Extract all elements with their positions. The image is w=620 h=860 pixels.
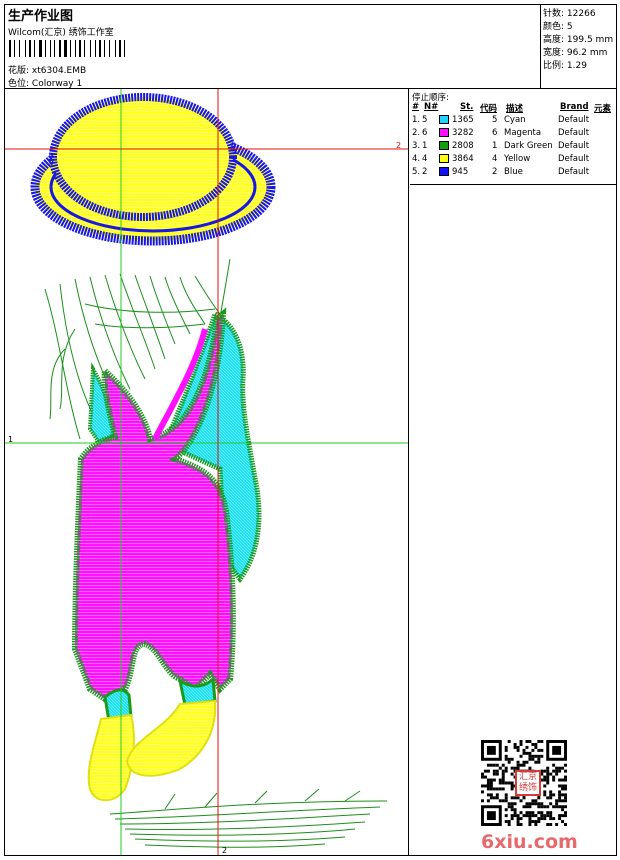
row-index: 3. [412, 141, 421, 151]
design-stats: 针数: 12266 颜色: 5 高度: 199.5 mm 宽度: 96.2 mm… [542, 5, 617, 88]
row-index: 1. [412, 115, 421, 125]
row-needle: 4 [422, 154, 428, 164]
table-row: 5. 2 945 2 Blue Default [410, 167, 616, 180]
row-brand: Default [558, 154, 590, 164]
watermark: 6xiu.com [481, 831, 578, 853]
header-info: 生产作业图 Wilcom(汇京) 绣饰工作室 花版: xt6304.EMB 色位… [5, 5, 541, 89]
row-needle: 1 [422, 141, 428, 151]
stat-height: 高度: 199.5 mm [543, 32, 613, 45]
row-index: 2. [412, 128, 421, 138]
overalls [71, 307, 236, 703]
table-row: 2. 6 3282 6 Magenta Default [410, 128, 616, 141]
seal-text-2: 绣饰 [518, 783, 537, 793]
row-desc: Yellow [504, 154, 531, 164]
stat-value: 12266 [566, 9, 596, 19]
production-sheet: 生产作业图 Wilcom(汇京) 绣饰工作室 花版: xt6304.EMB 色位… [4, 4, 617, 856]
row-needle: 2 [422, 167, 428, 177]
stat-width: 宽度: 96.2 mm [543, 45, 607, 58]
color-swatch [439, 154, 449, 163]
company-name: Wilcom(汇京) 绣饰工作室 [8, 28, 114, 38]
seal-icon: 汇京 绣饰 [515, 770, 541, 796]
grass [109, 788, 388, 848]
row-code: 1 [492, 141, 498, 151]
col-header-needle: N# [424, 102, 439, 112]
color-swatch [439, 115, 449, 124]
stop-sequence-table: 停止顺序: # N# St. 代码 描述 Brand 元素 1. 5 1365 5 Cy… [410, 89, 616, 185]
col-header-code: 代码 [480, 104, 498, 114]
sheet-title: 生产作业图 [8, 9, 74, 24]
design-preview: 1 2 2 [5, 89, 409, 855]
row-code: 4 [492, 154, 498, 164]
stat-label: 针数: [543, 9, 565, 19]
color-swatch [439, 128, 449, 137]
col-header-brand: Brand [560, 102, 589, 112]
row-code: 2 [492, 167, 498, 177]
design-label: 花版: [8, 66, 30, 76]
guide-label-2h: 2 [396, 141, 402, 150]
embroidery-artwork [5, 89, 408, 855]
col-header-index: # [412, 102, 420, 112]
stat-scale: 比例: 1.29 [543, 58, 587, 71]
guide-label-2v: 2 [222, 846, 228, 855]
row-desc: Blue [504, 167, 523, 177]
color-swatch [439, 141, 449, 150]
stat-label: 宽度: [543, 48, 565, 58]
table-row: 1. 5 1365 5 Cyan Default [410, 115, 616, 128]
stat-value: 96.2 mm [566, 48, 608, 58]
stat-stitches: 针数: 12266 [543, 6, 596, 19]
row-brand: Default [558, 141, 590, 151]
stat-value: 199.5 mm [566, 35, 614, 45]
stat-label: 比例: [543, 61, 565, 71]
row-needle: 6 [422, 128, 428, 138]
row-desc: Dark Green [504, 141, 553, 151]
color-swatch [439, 167, 449, 176]
row-stitches: 3282 [452, 128, 474, 138]
barcode-icon [9, 40, 133, 57]
stat-label: 高度: [543, 35, 565, 45]
row-brand: Default [558, 167, 590, 177]
stat-value: 5 [566, 22, 573, 32]
row-index: 5. [412, 167, 421, 177]
row-stitches: 945 [452, 167, 469, 177]
row-stitches: 1365 [452, 115, 474, 125]
col-header-desc: 描述 [506, 104, 524, 114]
col-header-stitches: St. [460, 102, 474, 112]
row-code: 5 [492, 115, 498, 125]
stat-label: 颜色: [543, 22, 565, 32]
hat-crown [49, 93, 237, 221]
row-desc: Magenta [504, 128, 542, 138]
stat-colors: 颜色: 5 [543, 19, 573, 32]
col-header-element: 元素 [594, 104, 612, 114]
row-code: 6 [492, 128, 498, 138]
seal-text-1: 汇京 [518, 772, 537, 782]
row-index: 4. [412, 154, 421, 164]
row-brand: Default [558, 115, 590, 125]
right-boot [125, 699, 217, 777]
row-desc: Cyan [504, 115, 526, 125]
design-file: 花版: xt6304.EMB [8, 63, 86, 76]
row-brand: Default [558, 128, 590, 138]
row-stitches: 2808 [452, 141, 474, 151]
row-needle: 5 [422, 115, 428, 125]
design-value: xt6304.EMB [31, 66, 87, 76]
stat-value: 1.29 [566, 61, 587, 71]
row-stitches: 3864 [452, 154, 474, 164]
table-row: 3. 1 2808 1 Dark Green Default [410, 141, 616, 154]
guide-label-1: 1 [8, 435, 14, 444]
table-row: 4. 4 3864 4 Yellow Default [410, 154, 616, 167]
